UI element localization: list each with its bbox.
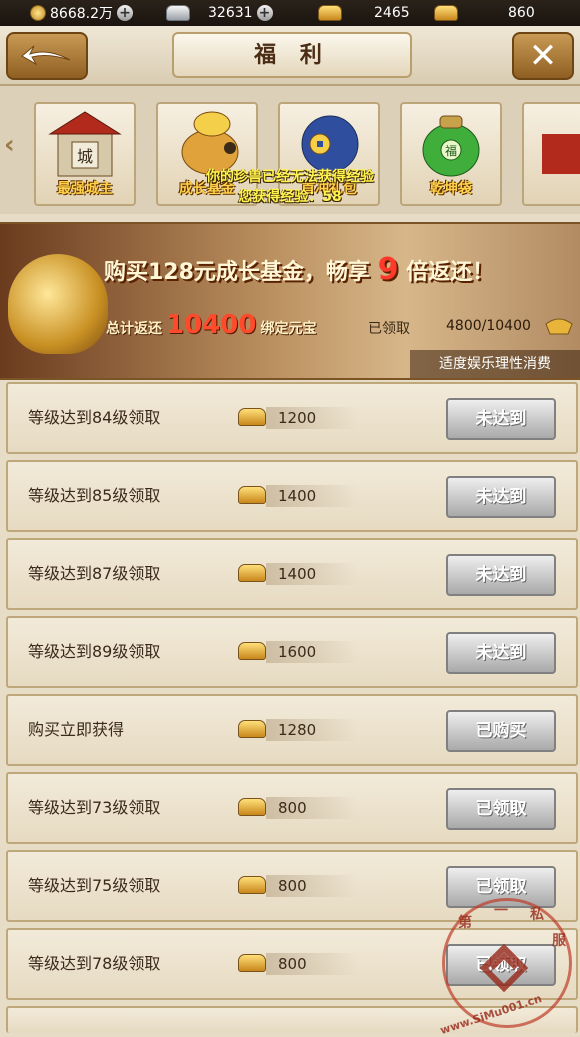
growth-fund-banner: 购买128元成长基金，畅享 9 倍返还！ 总计返还 10400 绑定元宝 已领取… (0, 222, 580, 380)
gold-ingot-icon (238, 876, 266, 894)
welfare-header: 福 利 ✕ (0, 26, 580, 86)
resource-bar: 8668.2万 + 32631 + 2465 860 (0, 0, 580, 26)
reward-amount: 1400 (278, 487, 317, 505)
copper-coin-icon (30, 5, 46, 21)
gold-ingot-icon (238, 798, 266, 816)
healthy-gaming-notice: 适度娱乐理性消费 (410, 350, 580, 378)
reward-condition: 等级达到87级领取 (28, 564, 161, 583)
reward-status-button[interactable]: 未达到 (446, 554, 556, 596)
banner-headline: 购买128元成长基金，畅享 9 倍返还！ (104, 252, 494, 287)
stamp-char: 第 (458, 915, 472, 931)
page-title: 福 利 (172, 32, 412, 78)
stamp-char: 私 (530, 907, 544, 923)
gold-amount: 2465 (374, 5, 410, 21)
reward-amount: 1200 (278, 409, 317, 427)
bound-gold-ingot-icon (434, 5, 458, 21)
bound-gold-resource: 860 (434, 0, 535, 26)
svg-text:城: 城 (77, 147, 93, 166)
reward-status-button[interactable]: 未达到 (446, 632, 556, 674)
reward-condition: 等级达到84级领取 (28, 408, 161, 427)
watermark-stamp: 第 一 私 服 www.SiMu001.cn (432, 890, 580, 1037)
reward-status-button[interactable]: 已购买 (446, 710, 556, 752)
reward-row: 等级达到85级领取 1400 未达到 (6, 460, 578, 532)
reward-amount: 800 (278, 877, 307, 895)
reward-amount: 800 (278, 799, 307, 817)
reward-condition: 等级达到89级领取 (28, 642, 161, 661)
close-icon: ✕ (528, 36, 558, 76)
gold-ingot-icon (545, 318, 573, 335)
activity-icon-strip: ‹ › 城 最强城主 成长基金 首冲礼包 福 (0, 86, 580, 214)
close-button[interactable]: ✕ (512, 32, 574, 80)
gold-ingot-icon (318, 5, 342, 21)
headline-suffix: 倍返还！ (406, 260, 495, 285)
claim-progress: 4800/10400 (446, 318, 531, 334)
reward-amount: 1400 (278, 565, 317, 583)
reward-row: 等级达到84级领取 1200 未达到 (6, 382, 578, 454)
total-amount: 10400 (166, 310, 257, 340)
silver-resource: 32631 + (166, 0, 273, 26)
reward-condition: 等级达到78级领取 (28, 954, 161, 973)
pet-exp-tip: 你的珍兽已经无法获得经验 (206, 169, 374, 185)
reward-condition: 等级达到73级领取 (28, 798, 161, 817)
back-arrow-icon (21, 45, 71, 66)
reward-row: 等级达到73级领取 800 已领取 (6, 772, 578, 844)
reward-status-button[interactable]: 未达到 (446, 398, 556, 440)
reward-amount: 1280 (278, 721, 317, 739)
reward-condition: 购买立即获得 (28, 720, 125, 739)
add-silver-button[interactable]: + (256, 5, 273, 21)
gold-ingot-icon (238, 642, 266, 660)
bound-gold-amount: 860 (508, 5, 535, 21)
headline-text: 购买128元成长基金，畅享 (104, 260, 370, 285)
headline-multiplier: 9 (377, 252, 399, 287)
stamp-char: 一 (494, 903, 508, 919)
reward-condition: 等级达到85级领取 (28, 486, 161, 505)
gold-ingot-icon (238, 408, 266, 426)
treasure-bowl-icon (8, 254, 108, 354)
gold-ingot-icon (238, 486, 266, 504)
total-label: 总计返还 (106, 321, 162, 337)
banner-total: 总计返还 10400 绑定元宝 (106, 310, 316, 340)
exp-gained-tip: 您获得经验：58 (238, 189, 342, 205)
reward-row: 等级达到89级领取 1600 未达到 (6, 616, 578, 688)
claimed-label: 已领取 (368, 321, 410, 337)
copper-resource: 8668.2万 + (30, 0, 133, 26)
copper-amount: 8668.2万 (50, 6, 113, 22)
reward-status-button[interactable]: 已领取 (446, 788, 556, 830)
add-copper-button[interactable]: + (117, 5, 133, 21)
reward-row: 等级达到87级领取 1400 未达到 (6, 538, 578, 610)
gold-ingot-icon (238, 564, 266, 582)
svg-text:福: 福 (445, 143, 457, 158)
gold-ingot-icon (238, 720, 266, 738)
silver-ingot-icon (166, 5, 190, 21)
back-button[interactable] (6, 32, 88, 80)
stamp-char: 服 (552, 933, 566, 949)
reward-amount: 800 (278, 955, 307, 973)
silver-amount: 32631 (208, 5, 253, 21)
scroll-left-arrow-icon[interactable]: ‹ (4, 130, 15, 160)
gold-ingot-icon (238, 954, 266, 972)
reward-status-button[interactable]: 未达到 (446, 476, 556, 518)
gold-resource: 2465 (318, 0, 410, 26)
reward-row: 购买立即获得 1280 已购买 (6, 694, 578, 766)
reward-condition: 等级达到75级领取 (28, 876, 161, 895)
reward-amount: 1600 (278, 643, 317, 661)
total-unit: 绑定元宝 (260, 321, 317, 337)
